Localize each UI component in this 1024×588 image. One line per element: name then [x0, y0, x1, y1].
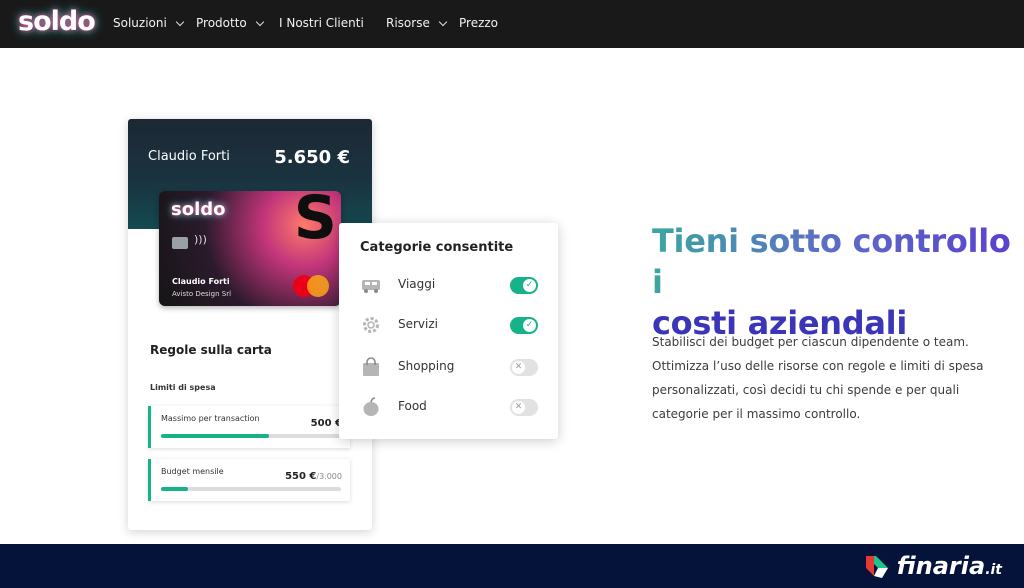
card-panel: Claudio Forti 5.650 € Regole sulla carta…	[128, 119, 372, 530]
card-company: Avisto Design Srl	[172, 290, 232, 298]
chevron-down-icon	[438, 17, 448, 26]
limit-value: 500 €	[310, 418, 342, 429]
category-row-viaggi: Viaggi ✓	[360, 273, 540, 297]
category-label: Shopping	[398, 359, 455, 373]
toggle-viaggi[interactable]: ✓	[510, 277, 538, 294]
limit-label: Massimo per transaction	[161, 414, 260, 423]
limit-label: Budget mensile	[161, 467, 224, 476]
nav-item-label: Soluzioni	[113, 16, 167, 30]
limit-max-transaction: Massimo per transaction 500 €	[148, 406, 350, 448]
finaria-suffix: .it	[985, 562, 1002, 578]
progress-track	[161, 487, 341, 491]
progress-track	[161, 434, 341, 438]
footer-bar: finaria .it	[0, 544, 1024, 588]
hero-headline: Tieni sotto controllo i costi aziendali	[652, 221, 1024, 344]
holder-name: Claudio Forti	[148, 149, 230, 164]
chevron-down-icon	[175, 17, 185, 26]
shopping-bag-icon	[360, 357, 382, 377]
finaria-brand: finaria	[896, 552, 986, 580]
top-nav: soldo Soluzioni Prodotto I Nostri Client…	[0, 0, 1024, 48]
categories-title: Categorie consentite	[360, 240, 514, 255]
apple-icon	[360, 397, 382, 417]
soldo-logo[interactable]: soldo	[18, 6, 96, 37]
categories-popup: Categorie consentite Viaggi ✓ Servizi ✓ …	[339, 223, 558, 439]
chip-icon	[172, 237, 188, 249]
nav-item-prodotto[interactable]: Prodotto	[196, 12, 264, 34]
category-row-servizi: Servizi ✓	[360, 313, 540, 337]
card-s-mark: S	[293, 191, 337, 253]
category-row-shopping: Shopping ✕	[360, 355, 540, 379]
check-icon: ✓	[523, 279, 536, 292]
gear-icon	[360, 315, 382, 335]
nav-item-soluzioni[interactable]: Soluzioni	[113, 12, 185, 34]
nav-item-clienti[interactable]: I Nostri Clienti	[279, 12, 364, 34]
headline-line-1: Tieni sotto controllo i	[652, 221, 1024, 303]
nav-item-label: Risorse	[386, 16, 430, 30]
rules-title: Regole sulla carta	[150, 343, 272, 357]
close-icon: ✕	[512, 361, 525, 374]
category-label: Servizi	[398, 317, 439, 331]
limit-value: 550 €/3.000	[285, 471, 342, 482]
limit-budget-mensile: Budget mensile 550 €/3.000	[148, 459, 350, 501]
toggle-servizi[interactable]: ✓	[510, 317, 538, 334]
card-holder-name: Claudio Forti	[172, 277, 230, 286]
nav-item-label: I Nostri Clienti	[279, 16, 364, 30]
close-icon: ✕	[512, 401, 525, 414]
nav-item-label: Prezzo	[459, 16, 499, 30]
contactless-icon: )))	[194, 233, 207, 246]
category-label: Viaggi	[398, 277, 436, 291]
toggle-shopping[interactable]: ✕	[510, 359, 538, 376]
progress-fill	[161, 434, 269, 438]
finaria-logo[interactable]: finaria .it	[897, 552, 1002, 580]
limits-title: Limiti di spesa	[150, 383, 216, 392]
chevron-down-icon	[255, 17, 264, 26]
category-row-food: Food ✕	[360, 395, 540, 419]
progress-fill	[161, 487, 188, 491]
mastercard-logo	[293, 275, 329, 297]
finaria-logo-icon	[866, 556, 888, 578]
hero-body: Stabilisci dei budget per ciascun dipend…	[652, 335, 984, 421]
check-icon: ✓	[523, 319, 536, 332]
card-logo: soldo	[171, 199, 226, 220]
payment-card: soldo S ))) Claudio Forti Avisto Design …	[159, 191, 341, 306]
balance: 5.650 €	[274, 147, 350, 168]
car-icon	[360, 275, 382, 295]
nav-item-label: Prodotto	[196, 16, 247, 30]
nav-item-risorse[interactable]: Risorse	[386, 12, 448, 34]
toggle-food[interactable]: ✕	[510, 399, 538, 416]
nav-item-prezzo[interactable]: Prezzo	[459, 12, 498, 34]
category-label: Food	[398, 399, 427, 413]
